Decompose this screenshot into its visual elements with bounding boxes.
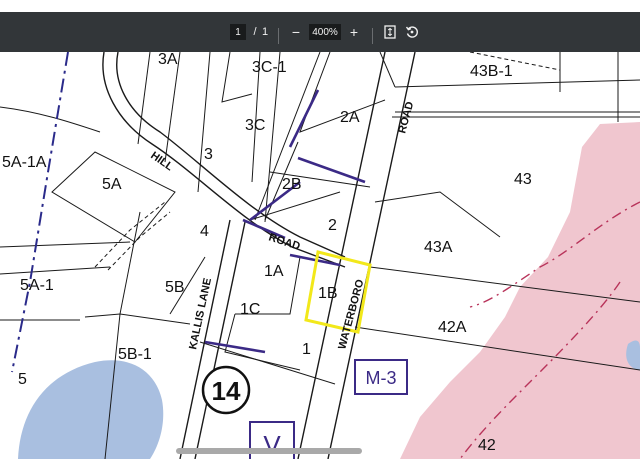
- parcel-label: 1C: [240, 301, 260, 318]
- parcel-label: 43B-1: [470, 63, 513, 80]
- pdf-toolbar: 1 / 1 − 400% +: [0, 12, 640, 52]
- parcel-label: 5A-1A: [2, 154, 47, 171]
- rotate-button[interactable]: [402, 20, 422, 44]
- parcel-label: 5B-1: [118, 346, 152, 363]
- parcel-label: 1A: [264, 263, 284, 280]
- pdf-viewer[interactable]: 3A 3C-1 2A 43B-1 5A-1A 3C 3 5A 2B 43 4 2…: [0, 52, 640, 459]
- parcel-label: 43: [514, 171, 532, 188]
- page-total: 1: [261, 26, 269, 38]
- map-number: 14: [212, 376, 241, 406]
- parcel-label: 1: [302, 341, 311, 358]
- horizontal-scrollbar[interactable]: [176, 448, 362, 454]
- page-separator: /: [253, 26, 257, 38]
- parcel-label: 43A: [424, 239, 453, 256]
- parcel-label: 42: [478, 437, 496, 454]
- parcel-label: 2A: [340, 109, 360, 126]
- page-number-input[interactable]: 1: [230, 24, 246, 40]
- toolbar-divider: [372, 28, 373, 44]
- parcel-label: 5A: [102, 176, 122, 193]
- road-label: ROAD: [396, 100, 416, 134]
- district-boundary: [11, 52, 69, 373]
- parcel-label: 4: [200, 223, 209, 240]
- parcel-label: 2B: [282, 176, 302, 193]
- road-labels: HILL ROAD KALLIS LANE WATERBORO ROAD: [148, 100, 416, 350]
- parcel-label: 42A: [438, 319, 467, 336]
- blue-zone: [18, 360, 164, 459]
- parcel-label: 5B: [165, 279, 185, 296]
- zone-label: M-3: [366, 368, 397, 388]
- fit-page-icon: [384, 25, 396, 39]
- parcel-label: 2: [328, 217, 337, 234]
- parcel-label: 5A-1: [20, 277, 54, 294]
- toolbar-divider: [278, 28, 279, 44]
- zoom-level-input[interactable]: 400%: [309, 24, 341, 40]
- fit-page-button[interactable]: [380, 20, 400, 44]
- rotate-icon: [405, 26, 418, 38]
- tax-map: 3A 3C-1 2A 43B-1 5A-1A 3C 3 5A 2B 43 4 2…: [0, 52, 640, 459]
- zoom-in-button[interactable]: +: [344, 20, 364, 44]
- parcel-label: 1B: [318, 285, 338, 302]
- parcel-label: 3: [204, 146, 213, 163]
- purple-accents: [204, 89, 366, 354]
- parcel-label: 3C: [245, 117, 265, 134]
- parcel-label: 3C-1: [252, 59, 287, 76]
- parcel-label: 5: [18, 371, 27, 388]
- road-label: HILL: [148, 150, 175, 174]
- parcel-label: 3A: [158, 52, 178, 68]
- zone-label-partial: V: [263, 430, 281, 459]
- zoom-out-button[interactable]: −: [286, 20, 306, 44]
